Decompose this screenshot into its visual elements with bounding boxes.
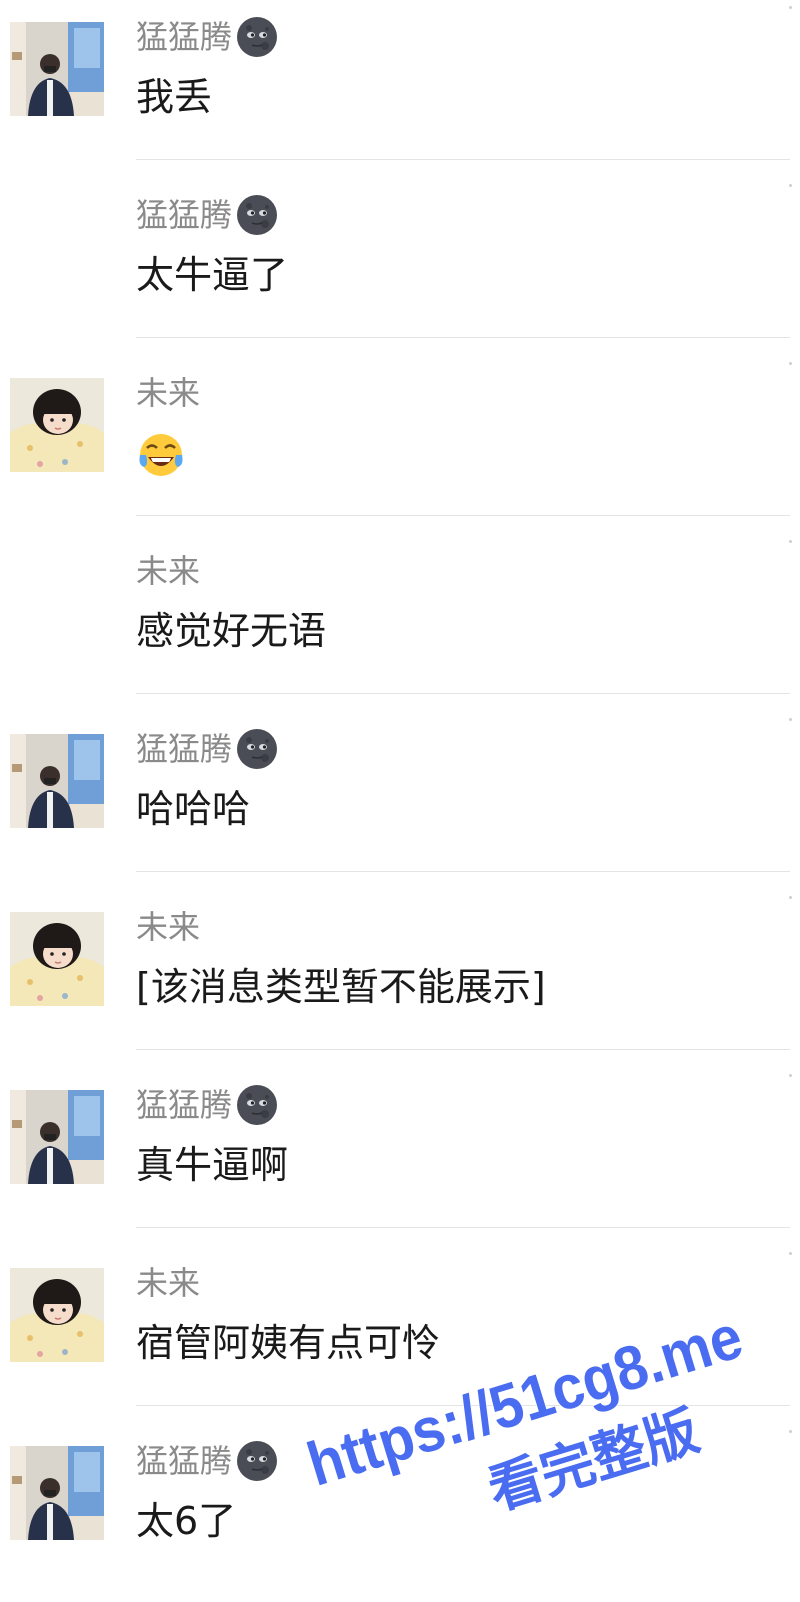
sender-name: 未来 [136,552,201,590]
divider [136,1405,790,1406]
message-text: 太6了 [136,1499,237,1543]
sender-name: 猛猛腾 [136,18,233,56]
message-row[interactable]: 猛猛腾 我丢 [0,0,800,178]
chat-message-list: 猛猛腾 我丢 猛猛腾 太牛逼了 未来 未来 感觉好无语 猛猛腾 哈哈哈 未来 [… [0,0,800,1588]
edge-mark [789,896,792,899]
sender-row: 猛猛腾 [136,1082,278,1128]
divider [136,693,790,694]
sender-name: 未来 [136,374,201,412]
edge-mark [789,540,792,543]
sender-name: 未来 [136,908,201,946]
message-row[interactable]: 未来 [0,356,800,534]
new-moon-face-icon [236,16,278,58]
tears-of-joy-icon [136,431,186,481]
message-row[interactable]: 猛猛腾 真牛逼啊 [0,1068,800,1246]
sender-name: 猛猛腾 [136,196,233,234]
sender-avatar[interactable] [10,912,104,1006]
message-text: 太牛逼了 [136,253,289,297]
sender-row: 猛猛腾 [136,192,278,238]
message-row[interactable]: 未来 [该消息类型暂不能展示] [0,890,800,1068]
edge-mark [789,6,792,9]
sender-row: 猛猛腾 [136,726,278,772]
message-row[interactable]: 猛猛腾 哈哈哈 [0,712,800,890]
sender-avatar[interactable] [10,378,104,472]
divider [136,337,790,338]
sender-name: 猛猛腾 [136,730,233,768]
sender-avatar[interactable] [10,1268,104,1362]
message-row[interactable]: 未来 宿管阿姨有点可怜 [0,1246,800,1424]
sender-name: 猛猛腾 [136,1086,233,1124]
message-text: 感觉好无语 [136,609,327,653]
new-moon-face-icon [236,194,278,236]
divider [136,1227,790,1228]
sender-row: 猛猛腾 [136,1438,278,1484]
sender-avatar[interactable] [10,1446,104,1540]
edge-mark [789,184,792,187]
edge-mark [789,362,792,365]
message-text: 宿管阿姨有点可怜 [136,1321,441,1365]
sender-row: 未来 [136,370,200,416]
sender-row: 未来 [136,548,200,594]
sender-avatar[interactable] [10,734,104,828]
edge-mark [789,1074,792,1077]
message-text: 我丢 [136,75,213,119]
divider [136,1049,790,1050]
sender-name: 猛猛腾 [136,1442,233,1480]
sender-avatar[interactable] [10,1090,104,1184]
edge-mark [789,718,792,721]
new-moon-face-icon [236,728,278,770]
sender-name: 未来 [136,1264,201,1302]
edge-mark [789,1252,792,1255]
message-text: [该消息类型暂不能展示] [136,965,546,1009]
sender-row: 猛猛腾 [136,14,278,60]
message-row[interactable]: 猛猛腾 太6了 [0,1424,800,1602]
sender-row: 未来 [136,1260,200,1306]
new-moon-face-icon [236,1440,278,1482]
message-row[interactable]: 猛猛腾 太牛逼了 [0,178,800,356]
divider [136,515,790,516]
new-moon-face-icon [236,1084,278,1126]
message-row[interactable]: 未来 感觉好无语 [0,534,800,712]
sender-avatar[interactable] [10,22,104,116]
divider [136,159,790,160]
divider [136,871,790,872]
sender-row: 未来 [136,904,200,950]
message-text [136,426,186,481]
message-text: 哈哈哈 [136,787,251,831]
message-text: 真牛逼啊 [136,1143,289,1187]
edge-mark [789,1430,792,1433]
